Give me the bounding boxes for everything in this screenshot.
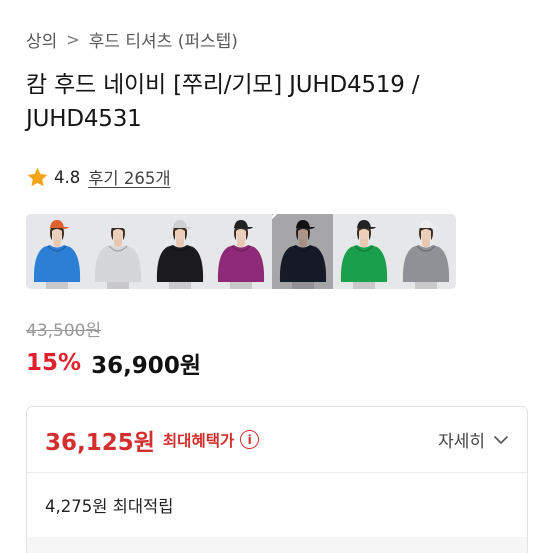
original-price: 43,500원 — [26, 321, 102, 341]
details-label: 자세히 — [438, 432, 485, 452]
color-swatch-navy[interactable] — [271, 214, 334, 289]
swatch-thumbnail — [148, 214, 211, 289]
color-swatch-black[interactable] — [148, 214, 211, 289]
swatch-thumbnail — [87, 214, 149, 289]
sale-price: 36,900원 — [91, 353, 201, 379]
max-points: 4,275원 최대적립 — [45, 497, 174, 516]
color-swatch-light-gray[interactable] — [87, 214, 149, 289]
color-swatch-green[interactable] — [333, 214, 395, 289]
swatch-thumbnail — [333, 214, 395, 289]
swatch-thumbnail — [210, 214, 272, 289]
best-price-row: 36,125원 최대혜택가 i 자세히 — [27, 407, 527, 473]
price-line: 15% 36,900원 — [26, 346, 201, 380]
star-icon — [27, 167, 48, 186]
swatch-thumbnail — [26, 214, 88, 289]
breadcrumb-item-top[interactable]: 상의 — [26, 27, 57, 52]
chevron-right-icon: > — [66, 29, 80, 49]
discount-rate: 15% — [26, 350, 82, 376]
swatch-thumbnail — [271, 214, 334, 289]
color-swatch-list — [26, 214, 456, 289]
benefit-panel: 36,125원 최대혜택가 i 자세히 4,275원 최대적립 — [26, 406, 528, 553]
best-price-label: 최대혜택가 — [162, 431, 235, 450]
best-price: 36,125원 — [45, 429, 155, 456]
breadcrumb-item-hoodie[interactable]: 후드 티셔츠 (퍼스텝) — [89, 27, 238, 52]
panel-footer — [27, 537, 527, 553]
color-swatch-blue[interactable] — [26, 214, 88, 289]
details-button[interactable]: 자세히 — [438, 427, 509, 452]
color-swatch-purple[interactable] — [210, 214, 272, 289]
points-row: 4,275원 최대적립 — [27, 473, 527, 537]
chevron-down-icon — [493, 435, 509, 444]
rating-summary: 4.8 후기 265개 — [26, 163, 171, 191]
info-icon[interactable]: i — [240, 430, 260, 449]
checkmark-icon — [271, 214, 277, 220]
color-swatch-gray[interactable] — [394, 214, 456, 289]
breadcrumb: 상의 > 후드 티셔츠 (퍼스텝) — [26, 26, 238, 52]
rating-score: 4.8 — [54, 167, 81, 187]
swatch-thumbnail — [394, 214, 456, 289]
review-count-link[interactable]: 후기 265개 — [88, 165, 170, 189]
product-title: 캄 후드 네이비 [쭈리/기모] JUHD4519 / JUHD4531 — [26, 72, 420, 132]
